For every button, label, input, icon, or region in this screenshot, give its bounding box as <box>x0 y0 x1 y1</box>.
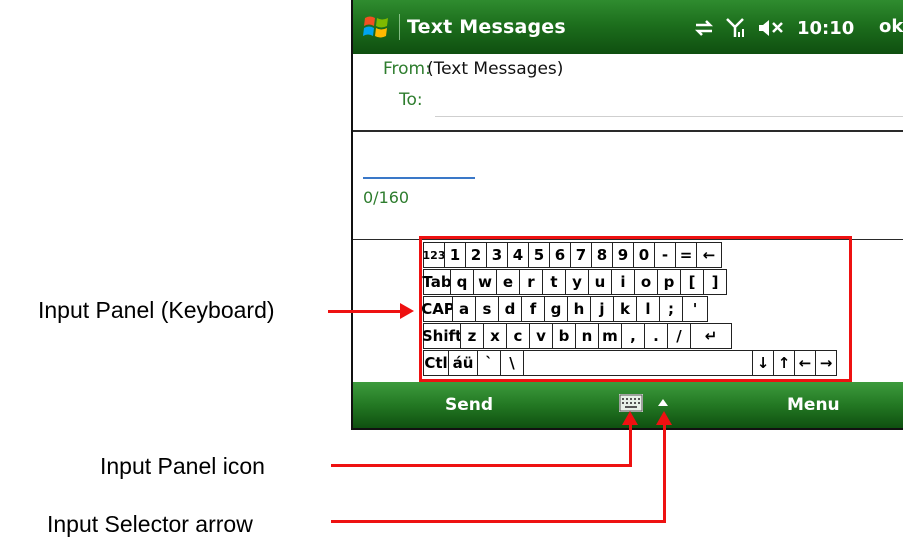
to-row: To: <box>353 84 903 120</box>
annotation-line <box>328 310 402 313</box>
annotation-input-panel-icon: Input Panel icon <box>100 453 265 479</box>
divider <box>353 130 903 132</box>
title-bar: Text Messages 10:10 ok <box>353 0 903 54</box>
annotation-input-panel: Input Panel (Keyboard) <box>38 297 275 323</box>
annotation-input-selector-arrow: Input Selector arrow <box>47 511 253 537</box>
title-separator <box>399 14 400 40</box>
signal-icon[interactable] <box>725 17 747 39</box>
from-label: From: <box>383 59 431 79</box>
annotation-line <box>629 425 632 467</box>
from-value[interactable]: (Text Messages) <box>427 59 563 79</box>
input-selector-arrow[interactable] <box>658 399 668 406</box>
status-area: 10:10 <box>693 16 854 40</box>
from-row: From: (Text Messages) <box>353 56 903 84</box>
send-button[interactable]: Send <box>445 395 493 415</box>
arrow-up-icon <box>656 411 672 425</box>
keyboard-icon[interactable] <box>619 394 643 412</box>
message-body-cursor[interactable] <box>363 177 475 179</box>
sync-icon[interactable] <box>693 18 715 38</box>
volume-muted-icon[interactable] <box>757 18 787 38</box>
clock: 10:10 <box>797 17 855 39</box>
to-label: To: <box>399 90 423 110</box>
to-field[interactable] <box>435 86 903 117</box>
character-counter: 0/160 <box>363 188 410 207</box>
app-title: Text Messages <box>407 16 566 38</box>
arrow-right-icon <box>400 303 414 319</box>
start-menu-icon[interactable] <box>363 14 391 40</box>
ok-button[interactable]: ok <box>879 16 903 37</box>
arrow-up-icon <box>622 411 638 425</box>
annotation-line <box>663 425 666 523</box>
menu-button[interactable]: Menu <box>787 395 840 415</box>
annotation-line <box>331 464 632 467</box>
keyboard-highlight-box <box>419 236 852 382</box>
annotation-line <box>331 520 666 523</box>
